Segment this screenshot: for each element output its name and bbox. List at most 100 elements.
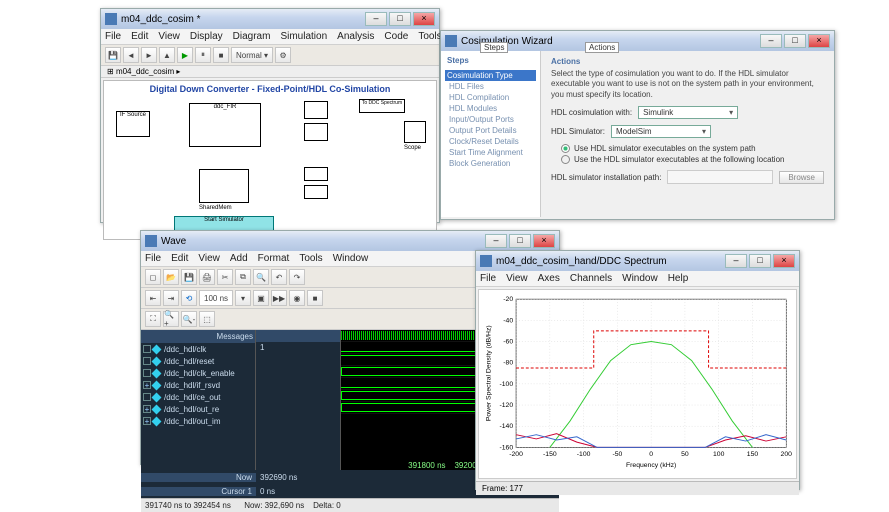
run-icon[interactable]: ▣ [253,290,269,306]
open-icon[interactable]: 📂 [163,269,179,285]
menu-item-code[interactable]: Code [384,31,408,42]
close-button[interactable]: × [533,234,555,248]
simulink-canvas[interactable]: Digital Down Converter - Fixed-Point/HDL… [103,80,437,240]
copy-icon[interactable]: ⧉ [235,269,251,285]
signal-row[interactable]: +/ddc_hdl/if_rsvd [141,379,255,391]
save-icon[interactable]: 💾 [181,269,197,285]
block-sm0[interactable] [304,167,328,181]
menu-item-analysis[interactable]: Analysis [337,31,374,42]
gear-icon[interactable]: ⚙ [275,47,291,63]
simulink-menubar[interactable]: FileEditViewDisplayDiagramSimulationAnal… [101,29,439,45]
block-spect[interactable]: To DDC Spectrum [359,99,405,113]
wizard-step[interactable]: Start Time Alignment [447,147,534,158]
expand-icon[interactable] [143,369,151,377]
wizard-step[interactable]: HDL Compilation [447,92,534,103]
block-sm1[interactable] [304,185,328,199]
up-icon[interactable]: ▲ [159,47,175,63]
menu-item-tools[interactable]: Tools [418,31,441,42]
signal-row[interactable]: +/ddc_hdl/out_im [141,415,255,427]
expand-icon[interactable]: + [143,381,151,389]
zoom-full-icon[interactable]: ⛶ [145,311,161,327]
expand-icon[interactable] [143,393,151,401]
expand-icon[interactable] [143,357,151,365]
minimize-button[interactable]: – [725,254,747,268]
mode-combo[interactable]: Normal ▾ [231,47,273,63]
menu-item-view[interactable]: View [198,253,220,264]
maximize-button[interactable]: □ [749,254,771,268]
close-button[interactable]: × [808,34,830,48]
menu-item-channels[interactable]: Channels [570,273,612,284]
simulink-titlebar[interactable]: m04_ddc_cosim * – □ × [101,9,439,29]
menu-item-tools[interactable]: Tools [299,253,322,264]
pause-icon[interactable]: ⏸ [195,47,211,63]
cosim-with-combo[interactable]: Simulink [638,106,738,119]
menu-item-axes[interactable]: Axes [538,273,560,284]
wizard-step[interactable]: HDL Modules [447,103,534,114]
block-source[interactable]: IF Source [116,111,150,137]
expand-icon[interactable] [143,345,151,353]
new-icon[interactable]: ◻ [145,269,161,285]
maximize-button[interactable]: □ [784,34,806,48]
block-shared[interactable] [199,169,249,203]
undo-icon[interactable]: ↶ [271,269,287,285]
menu-item-edit[interactable]: Edit [171,253,188,264]
menu-item-window[interactable]: Window [622,273,658,284]
find-icon[interactable]: 🔍 [253,269,269,285]
minimize-button[interactable]: – [365,12,387,26]
menu-item-file[interactable]: File [480,273,496,284]
run-all-icon[interactable]: ▶▶ [271,290,287,306]
signal-row[interactable]: +/ddc_hdl/out_re [141,403,255,415]
signal-row[interactable]: /ddc_hdl/ce_out [141,391,255,403]
cursor-left-icon[interactable]: ⇤ [145,290,161,306]
run-time-field[interactable]: 100 ns [199,290,233,306]
save-icon[interactable]: 💾 [105,47,121,63]
menu-item-simulation[interactable]: Simulation [280,31,327,42]
menu-item-window[interactable]: Window [333,253,369,264]
opt-custom-path[interactable]: Use the HDL simulator executables at the… [561,155,824,164]
minimize-button[interactable]: – [760,34,782,48]
menu-item-file[interactable]: File [105,31,121,42]
restart-icon[interactable]: ⟲ [181,290,197,306]
wave-titlebar[interactable]: Wave – □ × [141,231,559,251]
menu-item-format[interactable]: Format [258,253,290,264]
back-icon[interactable]: ◄ [123,47,139,63]
menu-item-view[interactable]: View [158,31,180,42]
cut-icon[interactable]: ✂ [217,269,233,285]
redo-icon[interactable]: ↷ [289,269,305,285]
menu-item-display[interactable]: Display [190,31,223,42]
menu-item-diagram[interactable]: Diagram [233,31,271,42]
wizard-step[interactable]: Cosimulation Type [445,70,536,81]
opt-system-path[interactable]: Use HDL simulator executables on the sys… [561,144,824,153]
spectrum-menubar[interactable]: File View Axes Channels Window Help [476,271,799,287]
block-out0[interactable] [304,101,328,119]
menu-item-view[interactable]: View [506,273,528,284]
print-icon[interactable]: 🖨 [199,269,215,285]
maximize-button[interactable]: □ [509,234,531,248]
path-input[interactable] [667,170,773,184]
wizard-step[interactable]: Block Generation [447,158,534,169]
menu-item-add[interactable]: Add [230,253,248,264]
spectrum-titlebar[interactable]: m04_ddc_cosim_hand/DDC Spectrum – □ × [476,251,799,271]
browse-button[interactable]: Browse [779,171,824,184]
maximize-button[interactable]: □ [389,12,411,26]
menu-item-file[interactable]: File [145,253,161,264]
close-button[interactable]: × [773,254,795,268]
fwd-icon[interactable]: ► [141,47,157,63]
simulink-toolbar[interactable]: 💾 ◄ ► ▲ ▶ ⏸ ■ Normal ▾ ⚙ [101,45,439,66]
minimize-button[interactable]: – [485,234,507,248]
expand-icon[interactable]: + [143,417,151,425]
menu-item-help[interactable]: Help [668,273,689,284]
play-icon[interactable]: ▶ [177,47,193,63]
stop-icon[interactable]: ■ [213,47,229,63]
close-button[interactable]: × [413,12,435,26]
time-unit-combo[interactable]: ▾ [235,290,251,306]
signal-row[interactable]: /ddc_hdl/clk [141,343,255,355]
block-out1[interactable] [304,123,328,141]
zoom-in-icon[interactable]: 🔍+ [163,311,179,327]
signal-row[interactable]: /ddc_hdl/clk_enable [141,367,255,379]
spectrum-plot[interactable]: -200-150-100-50050100150200-160-140-120-… [478,289,797,479]
cursor-right-icon[interactable]: ⇥ [163,290,179,306]
hdl-sim-combo[interactable]: ModelSim [611,125,711,138]
expand-icon[interactable]: + [143,405,151,413]
wizard-step[interactable]: Clock/Reset Details [447,136,534,147]
